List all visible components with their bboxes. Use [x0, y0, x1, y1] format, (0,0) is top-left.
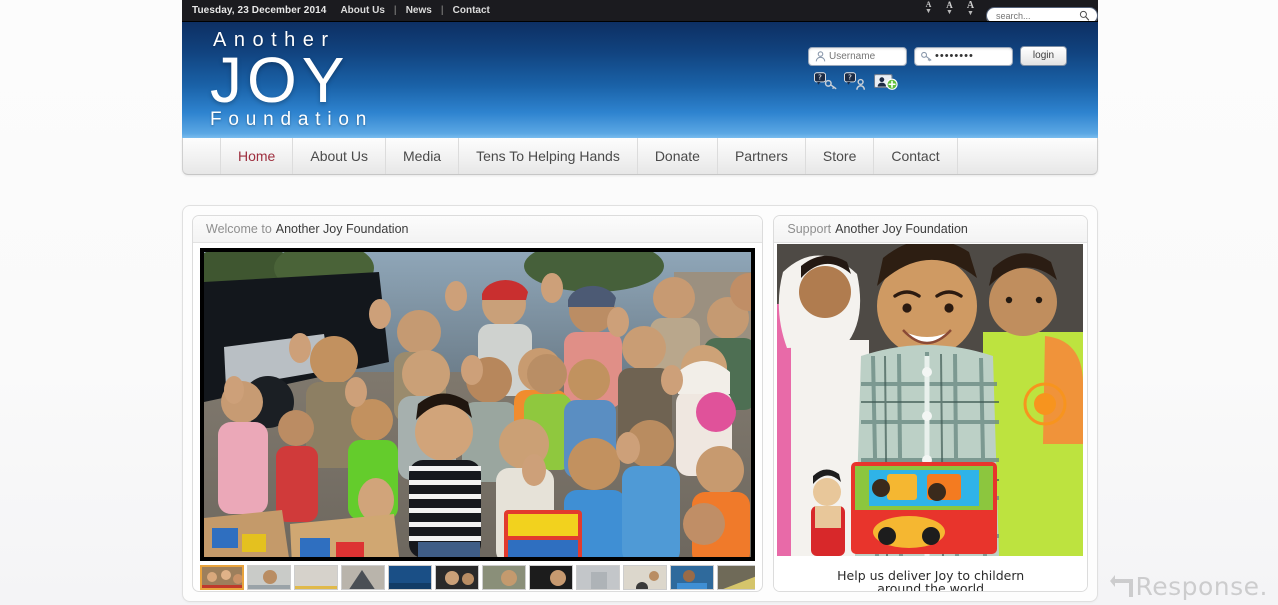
topbar-link-about-us[interactable]: About Us: [326, 5, 393, 16]
thumbnail-item[interactable]: [623, 565, 667, 590]
top-utility-bar: Tuesday, 23 December 2014 About Us | New…: [182, 0, 1098, 22]
thumbnail-item[interactable]: [247, 565, 291, 590]
top-bar-left-group: Tuesday, 23 December 2014 About Us | New…: [182, 5, 499, 16]
logo-line-foundation: Foundation: [210, 109, 374, 130]
thumbnail-item[interactable]: [576, 565, 620, 590]
login-help-icons: ? ?: [814, 72, 1098, 92]
login-button[interactable]: login: [1020, 46, 1067, 66]
nav-item-tens-to-helping-hands[interactable]: Tens To Helping Hands: [459, 138, 638, 174]
thumbnail-item[interactable]: [200, 565, 244, 590]
search-input[interactable]: [987, 9, 1075, 21]
thumbnail-strip[interactable]: [200, 565, 756, 591]
username-field[interactable]: [808, 46, 907, 66]
nav-right-spacer: [958, 138, 1097, 174]
support-panel-title: Support Another Joy Foundation: [774, 216, 1087, 243]
thumbnail-photo: [202, 567, 242, 588]
thumbnail-item[interactable]: [341, 565, 385, 590]
font-decrease-icon[interactable]: A ▼: [922, 1, 935, 16]
nav-item-media[interactable]: Media: [386, 138, 460, 174]
username-input[interactable]: [829, 48, 901, 64]
welcome-panel-body: [193, 243, 762, 591]
thumbnail-item[interactable]: [388, 565, 432, 590]
key-icon: [918, 49, 935, 64]
hero-slideshow-image[interactable]: [200, 248, 756, 561]
nav-item-store[interactable]: Store: [806, 138, 875, 174]
thumbnail-item[interactable]: [529, 565, 573, 590]
hero-photo: [204, 252, 752, 557]
password-input[interactable]: [935, 48, 1007, 64]
login-fields-row: login: [808, 46, 1098, 66]
password-field[interactable]: [914, 46, 1013, 66]
arrow-left-icon: [1110, 575, 1134, 597]
support-caption-line-2: around the world: [877, 581, 985, 591]
nav-item-home[interactable]: Home: [221, 138, 294, 174]
logo-line-joy: JOY: [210, 44, 350, 116]
site-header-banner: Another JOY Foundation Username ••••••••…: [182, 22, 1098, 138]
support-panel: Support Another Joy Foundation Help us d…: [773, 215, 1088, 592]
forgot-password-icon[interactable]: ?: [814, 72, 838, 92]
topbar-link-news[interactable]: News: [397, 5, 441, 16]
support-panel-body: Help us deliver Joy to childern around t…: [774, 243, 1087, 591]
support-title-name: Another Joy Foundation: [835, 222, 968, 236]
current-date: Tuesday, 23 December 2014: [192, 5, 327, 16]
thumbnail-photo: [624, 566, 666, 589]
topbar-link-contact[interactable]: Contact: [444, 5, 499, 16]
login-form: login ? ?: [808, 46, 1098, 104]
thumbnail-item[interactable]: [435, 565, 479, 590]
nav-item-donate[interactable]: Donate: [638, 138, 718, 174]
support-photo: [777, 244, 1084, 556]
chevron-down-icon: ▼: [946, 9, 953, 16]
svg-text:?: ?: [818, 73, 822, 82]
font-size-controls: A ▼ A ▼ A ▼: [922, 1, 977, 18]
search-icon[interactable]: [1079, 10, 1090, 21]
thumbnail-photo: [436, 566, 478, 589]
nav-item-partners[interactable]: Partners: [718, 138, 806, 174]
nav-item-contact[interactable]: Contact: [874, 138, 958, 174]
thumbnail-photo: [483, 566, 525, 589]
thumbnail-item[interactable]: [294, 565, 338, 590]
nav-item-about-us[interactable]: About Us: [293, 138, 386, 174]
thumbnail-photo: [389, 566, 431, 589]
svg-text:?: ?: [848, 73, 852, 82]
page-wrapper: Tuesday, 23 December 2014 About Us | New…: [182, 0, 1098, 605]
welcome-title-name: Another Joy Foundation: [275, 222, 409, 236]
support-caption: Help us deliver Joy to childern around t…: [774, 567, 1087, 591]
chevron-down-icon: ▼: [967, 10, 974, 17]
thumbnail-photo: [295, 566, 337, 589]
support-title-prefix: Support: [787, 222, 832, 236]
welcome-panel-title: Welcome to Another Joy Foundation: [193, 216, 763, 243]
chevron-down-icon: ▼: [925, 8, 932, 15]
register-account-icon[interactable]: [873, 72, 898, 92]
thumbnail-item[interactable]: [482, 565, 526, 590]
main-navigation: Home About Us Media Tens To Helping Hand…: [182, 138, 1098, 175]
forgot-username-icon[interactable]: ?: [844, 72, 868, 92]
welcome-title-prefix: Welcome to: [206, 222, 272, 236]
thumbnail-item[interactable]: [670, 565, 714, 590]
support-banner-image[interactable]: [777, 244, 1084, 556]
nav-left-spacer: [183, 138, 221, 174]
response-watermark: Response.: [1109, 573, 1268, 599]
watermark-text: Response.: [1135, 571, 1268, 601]
thumbnail-photo: [671, 566, 713, 589]
thumbnail-photo: [248, 566, 290, 589]
user-icon: [812, 49, 829, 64]
thumbnail-photo: [718, 566, 756, 589]
font-reset-icon[interactable]: A ▼: [943, 1, 956, 17]
thumbnail-photo: [342, 566, 384, 589]
thumbnail-photo: [530, 566, 572, 589]
search-box[interactable]: [986, 7, 1098, 21]
welcome-panel: Welcome to Another Joy Foundation: [192, 215, 764, 592]
thumbnail-item[interactable]: [717, 565, 756, 590]
site-logo[interactable]: Another JOY Foundation: [210, 30, 373, 129]
content-area: Welcome to Another Joy Foundation Suppor…: [182, 205, 1098, 602]
font-increase-icon[interactable]: A ▼: [964, 1, 977, 18]
thumbnail-photo: [577, 566, 619, 589]
